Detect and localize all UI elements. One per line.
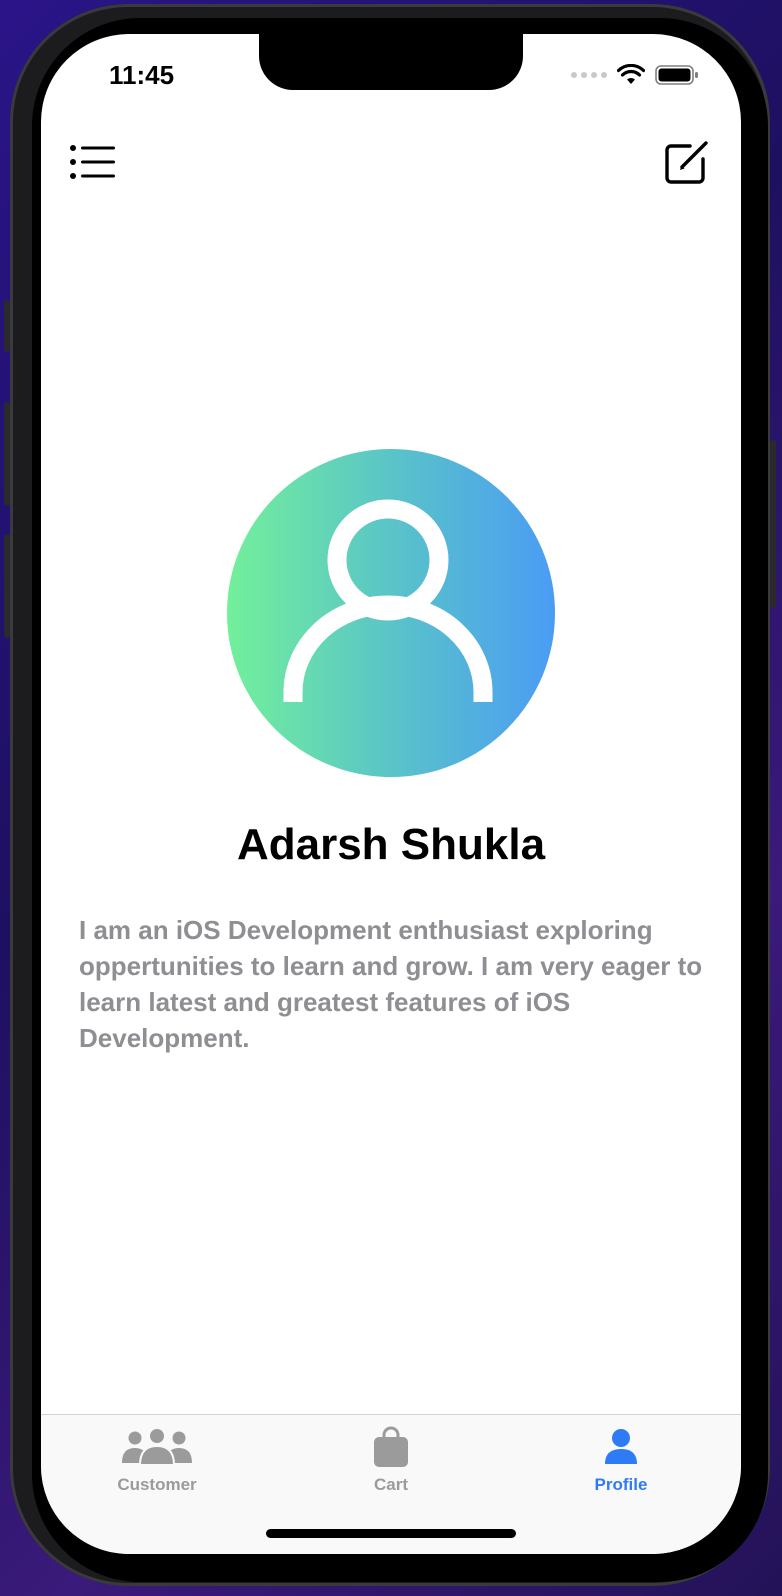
person-3-icon xyxy=(122,1427,192,1466)
edit-profile-button[interactable] xyxy=(659,134,715,190)
silent-switch xyxy=(4,300,10,352)
power-button xyxy=(770,440,776,608)
tab-customer-label: Customer xyxy=(117,1475,197,1494)
bag-icon xyxy=(374,1426,408,1467)
person-icon xyxy=(605,1429,637,1464)
volume-down-button xyxy=(4,534,10,638)
app-screen: 11:45 Adarsh Shukla I am an iOS Developm… xyxy=(41,34,741,1554)
battery-icon xyxy=(655,65,698,85)
tab-profile[interactable]: Profile xyxy=(541,1425,701,1505)
list-bullet-icon xyxy=(70,145,115,179)
tab-cart[interactable]: Cart xyxy=(311,1425,471,1505)
profile-name: Adarsh Shukla xyxy=(236,820,546,869)
square-and-pencil-icon xyxy=(665,141,708,184)
wifi-icon xyxy=(617,64,645,84)
home-indicator xyxy=(266,1529,516,1538)
cellular-signal-icon xyxy=(571,72,607,78)
tab-customer[interactable]: Customer xyxy=(77,1425,237,1505)
status-indicators xyxy=(571,64,699,86)
status-time: 11:45 xyxy=(109,60,175,90)
profile-bio: I am an iOS Development enthusiast explo… xyxy=(79,915,703,1053)
tab-cart-label: Cart xyxy=(373,1475,408,1494)
profile-avatar xyxy=(227,449,555,777)
person-outline-icon xyxy=(283,499,493,702)
volume-up-button xyxy=(4,402,10,506)
menu-list-button[interactable] xyxy=(65,134,121,190)
tab-profile-label: Profile xyxy=(594,1475,648,1494)
notch xyxy=(259,34,523,90)
